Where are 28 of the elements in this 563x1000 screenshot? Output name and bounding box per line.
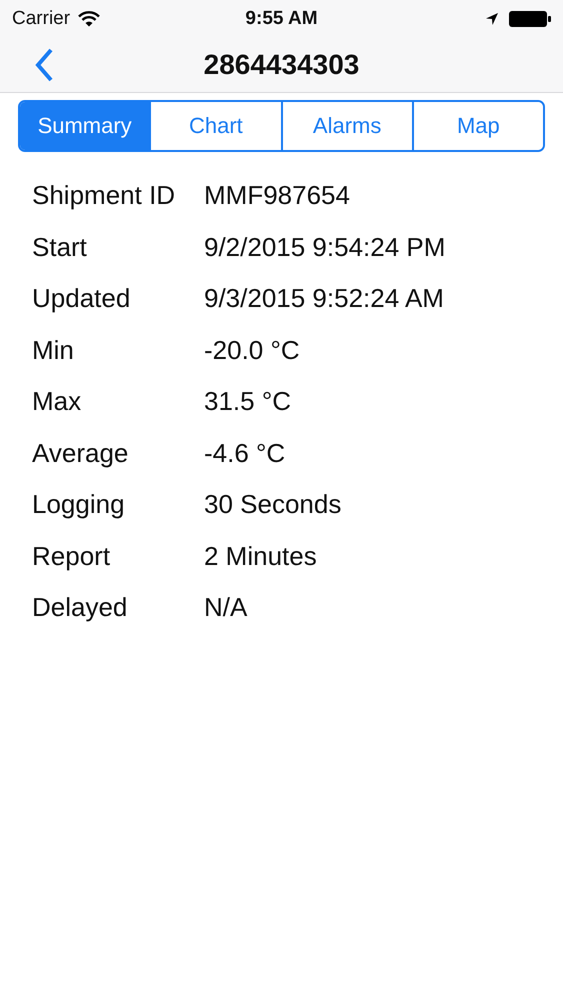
detail-label: Shipment ID: [32, 180, 176, 212]
carrier-name: Carrier: [12, 8, 70, 30]
wifi-icon: [78, 11, 100, 27]
detail-value: 9/2/2015 9:54:24 PM: [204, 232, 446, 263]
detail-value: MMF987654: [204, 180, 350, 212]
detail-value: N/A: [204, 592, 248, 624]
detail-label: Start: [32, 232, 88, 263]
status-time: 9:55 AM: [245, 8, 318, 30]
detail-label: Delayed: [32, 592, 128, 624]
detail-label: Updated: [32, 283, 132, 314]
detail-value: 30 Seconds: [204, 489, 342, 520]
detail-value: 2 Minutes: [204, 540, 317, 572]
battery-icon: [509, 10, 551, 28]
detail-label: Min: [32, 334, 75, 366]
detail-value: -20.0 °C: [204, 334, 300, 366]
segment-tab[interactable]: Map: [412, 102, 543, 150]
detail-label: Max: [32, 386, 82, 418]
segment-tab[interactable]: Summary: [20, 102, 150, 150]
detail-label: Average: [32, 438, 130, 469]
location-arrow-icon: [485, 12, 499, 26]
back-chevron-icon: [34, 47, 54, 83]
detail-label: Logging: [32, 489, 126, 520]
detail-value: 31.5 °C: [204, 386, 292, 418]
detail-label: Report: [32, 540, 112, 572]
detail-value: 9/3/2015 9:52:24 AM: [204, 283, 444, 314]
nav-title: 2864434303: [204, 49, 360, 81]
detail-value: -4.6 °C: [204, 438, 286, 469]
back-button[interactable]: [34, 47, 54, 83]
